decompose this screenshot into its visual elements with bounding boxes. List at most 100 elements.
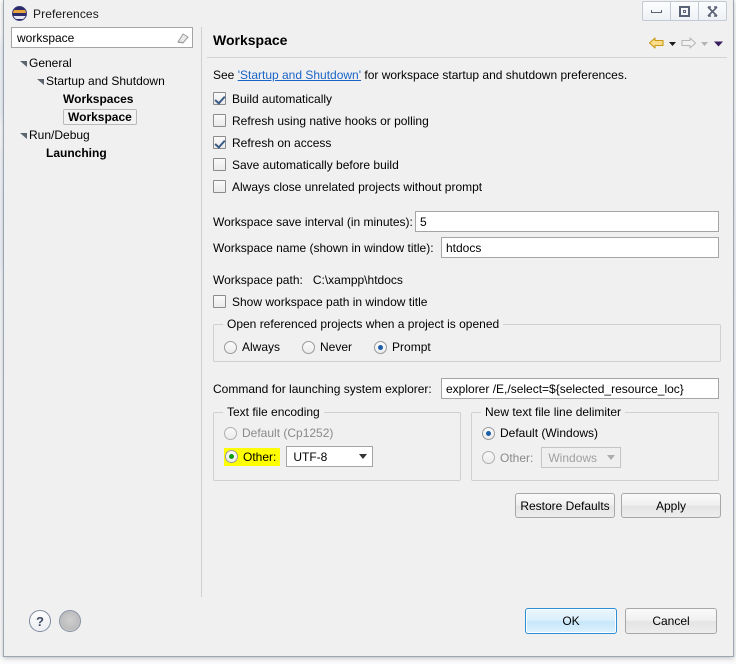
checkbox-row-save-automatically-before-build[interactable]: Save automatically before build bbox=[213, 154, 721, 175]
checkbox-label: Build automatically bbox=[232, 91, 333, 106]
back-arrow-icon[interactable] bbox=[648, 36, 665, 50]
checkbox-label: Refresh using native hooks or polling bbox=[232, 113, 429, 128]
encoding-other-radio[interactable] bbox=[225, 450, 238, 463]
encoding-default-label: Default (Cp1252) bbox=[242, 426, 334, 440]
checkbox-row-refresh-on-access[interactable]: Refresh on access bbox=[213, 132, 721, 153]
tree-item-workspaces[interactable]: Workspaces bbox=[17, 90, 193, 108]
workspace-name-value: htdocs bbox=[446, 240, 482, 255]
startup-and-shutdown-link[interactable]: 'Startup and Shutdown' bbox=[238, 68, 361, 82]
delimiter-combo: Windows bbox=[541, 447, 622, 468]
pane-divider[interactable] bbox=[201, 27, 202, 597]
line-delimiter-group: New text file line delimiter Default (Wi… bbox=[471, 405, 719, 481]
page-description: See 'Startup and Shutdown' for workspace… bbox=[213, 68, 721, 82]
tree-item-label: Run/Debug bbox=[29, 128, 90, 142]
workspace-path-label: Workspace path: bbox=[213, 273, 303, 287]
dialog-action-buttons: OK Cancel bbox=[525, 608, 717, 634]
preferences-tree[interactable]: General Startup and Shutdown Workspaces Wor… bbox=[11, 54, 193, 162]
referenced-always-row[interactable]: Always bbox=[224, 340, 280, 354]
description-suffix: for workspace startup and shutdown prefe… bbox=[361, 68, 628, 82]
description-prefix: See bbox=[213, 68, 238, 82]
tree-item-general[interactable]: General bbox=[17, 54, 193, 72]
close-button[interactable] bbox=[698, 1, 727, 21]
tree-item-workspace[interactable]: Workspace bbox=[17, 108, 193, 126]
encoding-combo-value: UTF-8 bbox=[293, 449, 328, 464]
checkbox-row-refresh-using-native-hooks-or-polling[interactable]: Refresh using native hooks or polling bbox=[213, 110, 721, 131]
checkbox-build-automatically[interactable] bbox=[213, 92, 226, 105]
forward-arrow-icon[interactable] bbox=[680, 36, 697, 50]
expanded-twisty-icon[interactable] bbox=[17, 59, 29, 68]
chevron-down-icon bbox=[607, 455, 616, 460]
tree-item-run-debug[interactable]: Run/Debug bbox=[17, 126, 193, 144]
text-file-encoding-group: Text file encoding Default (Cp1252) Othe… bbox=[213, 405, 461, 481]
expanded-twisty-icon[interactable] bbox=[34, 77, 46, 86]
grey-circle-icon[interactable] bbox=[59, 610, 81, 632]
restore-defaults-button[interactable]: Restore Defaults bbox=[515, 493, 615, 518]
preference-page: Workspace See 'Startup and Shutdown' for… bbox=[207, 27, 727, 597]
preferences-navigation-pane: General Startup and Shutdown Workspaces Wor… bbox=[11, 27, 199, 597]
minimize-icon bbox=[651, 9, 662, 13]
expanded-twisty-icon[interactable] bbox=[17, 131, 29, 140]
filter-field[interactable] bbox=[11, 27, 193, 48]
text-file-encoding-title: Text file encoding bbox=[223, 405, 324, 419]
explorer-command-field[interactable]: explorer /E,/select=${selected_resource_… bbox=[441, 378, 719, 399]
checkbox-row-build-automatically[interactable]: Build automatically bbox=[213, 88, 721, 109]
delimiter-other-row[interactable]: Other: Windows bbox=[472, 440, 718, 468]
save-interval-label: Workspace save interval (in minutes): bbox=[213, 214, 413, 229]
maximize-button[interactable] bbox=[670, 1, 699, 21]
workspace-path-row: Workspace path: C:\xampp\htdocs bbox=[213, 273, 721, 287]
referenced-never-row[interactable]: Never bbox=[302, 340, 352, 354]
page-navigation-icons bbox=[648, 32, 725, 50]
show-workspace-path-checkbox[interactable] bbox=[213, 295, 226, 308]
encoding-other-label: Other: bbox=[243, 449, 277, 464]
open-referenced-projects-title: Open referenced projects when a project … bbox=[223, 317, 504, 331]
show-workspace-path-row[interactable]: Show workspace path in window title bbox=[213, 291, 721, 312]
eraser-icon[interactable] bbox=[175, 31, 190, 45]
open-referenced-projects-group: Open referenced projects when a project … bbox=[213, 317, 721, 362]
tree-item-launching[interactable]: Launching bbox=[17, 144, 193, 162]
tree-item-label: Workspaces bbox=[63, 92, 134, 106]
workspace-options-checkbox-group: Build automatically Refresh using native … bbox=[213, 88, 721, 197]
delimiter-other-label: Other: bbox=[500, 450, 534, 465]
referenced-never-radio[interactable] bbox=[302, 340, 316, 354]
tree-item-label: General bbox=[29, 56, 72, 70]
delimiter-default-radio[interactable] bbox=[482, 426, 495, 440]
tree-item-label: Workspace bbox=[63, 109, 137, 125]
referenced-prompt-label: Prompt bbox=[392, 340, 431, 354]
tree-item-label: Launching bbox=[46, 146, 107, 160]
checkbox-row-always-close-unrelated-projects-without-prompt[interactable]: Always close unrelated projects without … bbox=[213, 176, 721, 197]
question-mark-icon[interactable]: ? bbox=[29, 610, 51, 632]
header-divider bbox=[207, 57, 727, 58]
cancel-button[interactable]: Cancel bbox=[625, 608, 717, 634]
referenced-always-radio[interactable] bbox=[224, 340, 237, 354]
explorer-command-value: explorer /E,/select=${selected_resource_… bbox=[446, 381, 684, 396]
tree-item-startup-and-shutdown[interactable]: Startup and Shutdown bbox=[17, 72, 193, 90]
encoding-combo[interactable]: UTF-8 bbox=[286, 446, 374, 467]
checkbox-refresh-using-native-hooks-or-polling[interactable] bbox=[213, 114, 226, 127]
dialog-title: Preferences bbox=[33, 6, 99, 21]
back-history-chevron-down-icon[interactable] bbox=[667, 38, 678, 49]
checkbox-refresh-on-access[interactable] bbox=[213, 136, 226, 149]
forward-history-chevron-down-icon[interactable] bbox=[699, 38, 710, 49]
page-action-buttons: Restore Defaults Apply bbox=[213, 493, 721, 518]
filter-input[interactable] bbox=[17, 30, 175, 45]
referenced-prompt-row[interactable]: Prompt bbox=[374, 340, 431, 354]
save-interval-field[interactable]: 5 bbox=[415, 211, 719, 232]
page-title: Workspace bbox=[213, 32, 288, 48]
minimize-button[interactable] bbox=[642, 1, 671, 21]
encoding-other-row[interactable]: Other: UTF-8 bbox=[214, 440, 460, 467]
checkbox-label: Save automatically before build bbox=[232, 157, 399, 172]
delimiter-other-radio[interactable] bbox=[482, 451, 495, 464]
workspace-name-field[interactable]: htdocs bbox=[441, 237, 719, 258]
referenced-prompt-radio[interactable] bbox=[374, 340, 388, 354]
page-menu-chevron-down-icon[interactable] bbox=[712, 38, 725, 49]
checkbox-save-automatically-before-build[interactable] bbox=[213, 158, 226, 171]
explorer-command-row: Command for launching system explorer: e… bbox=[213, 378, 721, 399]
close-icon bbox=[707, 5, 718, 17]
checkbox-label: Always close unrelated projects without … bbox=[232, 179, 483, 194]
checkbox-label: Refresh on access bbox=[232, 135, 332, 150]
ok-button[interactable]: OK bbox=[525, 608, 617, 634]
encoding-default-radio[interactable] bbox=[224, 426, 237, 440]
workspace-path-value: C:\xampp\htdocs bbox=[312, 273, 403, 287]
checkbox-always-close-unrelated-projects-without-prompt[interactable] bbox=[213, 180, 226, 193]
apply-button[interactable]: Apply bbox=[621, 493, 721, 518]
